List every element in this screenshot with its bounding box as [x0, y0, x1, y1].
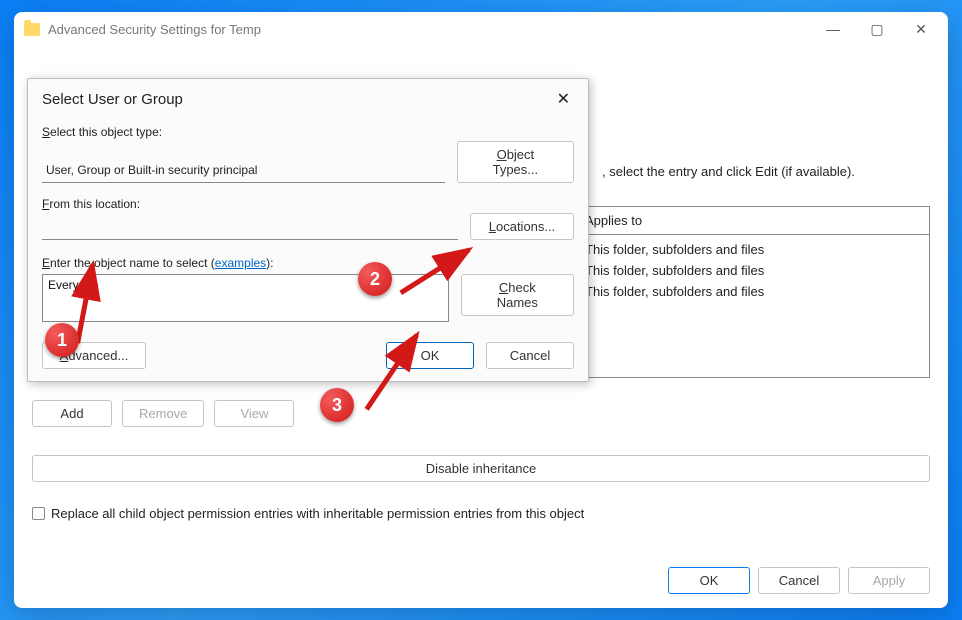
- window-title: Advanced Security Settings for Temp: [48, 22, 261, 37]
- replace-checkbox[interactable]: [32, 507, 45, 520]
- maximize-button[interactable]: ▢: [866, 18, 888, 40]
- cancel-button[interactable]: Cancel: [758, 567, 840, 594]
- ok-button[interactable]: OK: [668, 567, 750, 594]
- locations-button[interactable]: Locations...: [470, 213, 574, 240]
- dialog-footer: Advanced... OK Cancel: [28, 332, 588, 381]
- location-field: [42, 216, 458, 240]
- remove-button[interactable]: Remove: [122, 400, 204, 427]
- examples-link[interactable]: examples: [215, 256, 266, 270]
- annotation-badge-1: 1: [45, 323, 79, 357]
- close-button[interactable]: ✕: [910, 18, 932, 40]
- applies-to-header: Applies to: [585, 213, 919, 228]
- dialog-close-button[interactable]: ✕: [553, 89, 574, 109]
- minimize-button[interactable]: —: [822, 18, 844, 40]
- main-body: , select the entry and click Edit (if av…: [14, 46, 948, 608]
- check-names-button[interactable]: Check Names: [461, 274, 574, 316]
- footer: OK Cancel Apply: [32, 557, 930, 594]
- dialog-ok-button[interactable]: OK: [386, 342, 474, 369]
- dialog-body: Select this object type: User, Group or …: [28, 125, 588, 332]
- add-button[interactable]: Add: [32, 400, 112, 427]
- object-type-label: Select this object type:: [42, 125, 574, 139]
- cell-applies: This folder, subfolders and files: [585, 260, 919, 281]
- object-type-field: User, Group or Built-in security princip…: [42, 157, 445, 183]
- permission-action-row: Add Remove View: [32, 400, 930, 427]
- cell-applies: This folder, subfolders and files: [585, 239, 919, 260]
- edit-hint-text: , select the entry and click Edit (if av…: [602, 164, 930, 179]
- disable-inheritance-row: Disable inheritance: [32, 455, 930, 482]
- cell-applies: This folder, subfolders and files: [585, 281, 919, 302]
- dialog-titlebar: Select User or Group ✕: [28, 79, 588, 117]
- object-types-button[interactable]: Object Types...: [457, 141, 574, 183]
- annotation-badge-2: 2: [358, 262, 392, 296]
- replace-label: Replace all child object permission entr…: [51, 506, 584, 521]
- dialog-title: Select User or Group: [42, 91, 183, 108]
- apply-button[interactable]: Apply: [848, 567, 930, 594]
- location-label: From this location:: [42, 197, 574, 211]
- folder-icon: [24, 23, 40, 36]
- titlebar: Advanced Security Settings for Temp — ▢ …: [14, 12, 948, 46]
- replace-row: Replace all child object permission entr…: [32, 506, 930, 521]
- enter-object-label: Enter the object name to select (example…: [42, 256, 574, 270]
- disable-inheritance-button[interactable]: Disable inheritance: [32, 455, 930, 482]
- advanced-security-window: Advanced Security Settings for Temp — ▢ …: [14, 12, 948, 608]
- view-button[interactable]: View: [214, 400, 294, 427]
- dialog-cancel-button[interactable]: Cancel: [486, 342, 574, 369]
- select-user-group-dialog: Select User or Group ✕ Select this objec…: [27, 78, 589, 382]
- annotation-badge-3: 3: [320, 388, 354, 422]
